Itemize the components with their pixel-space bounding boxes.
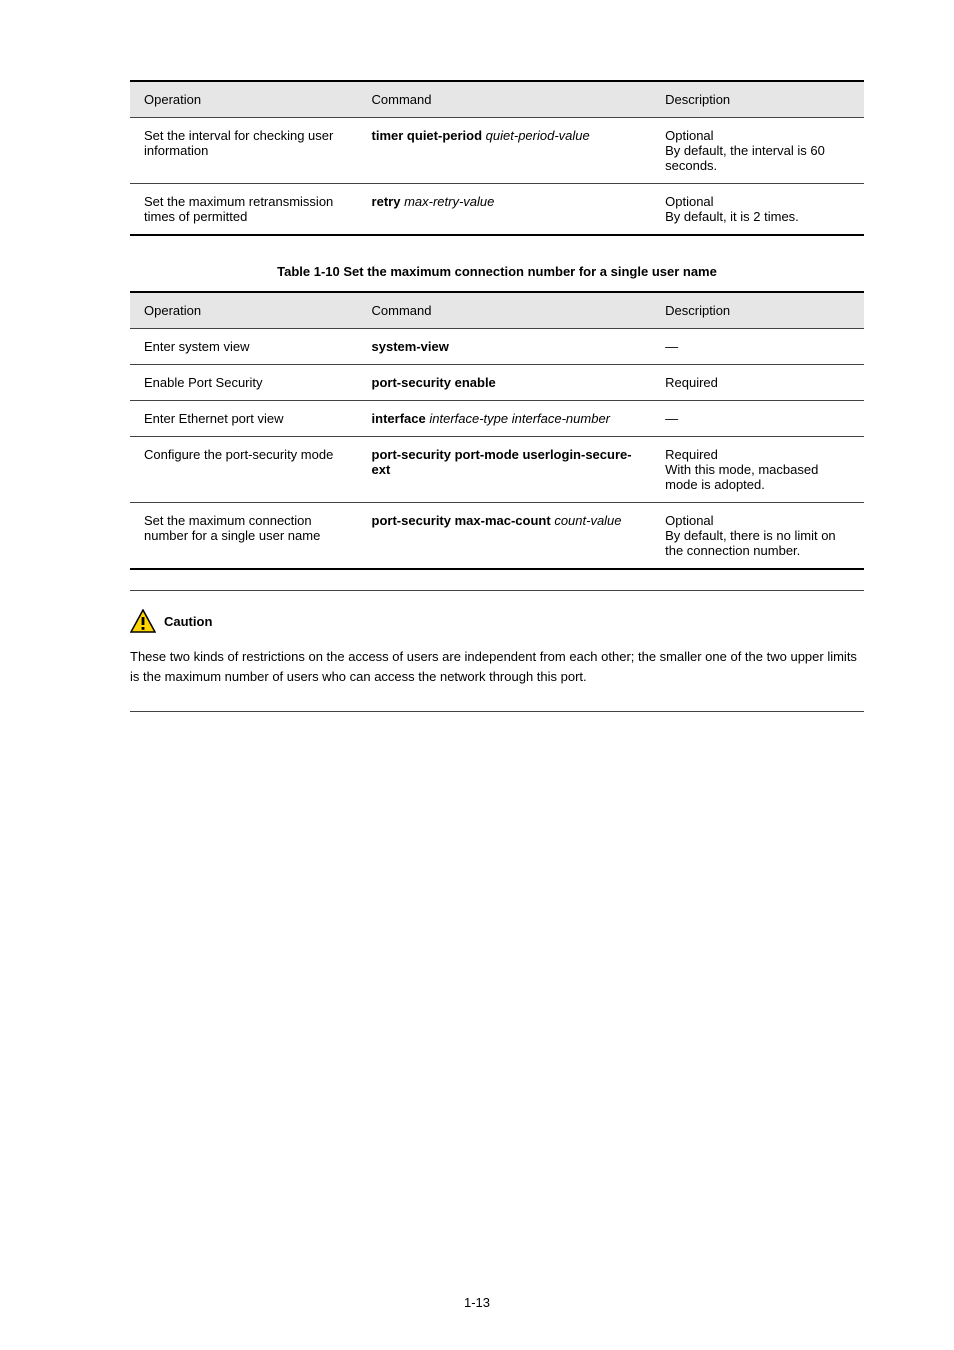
table-row: Enable Port Securityport-security enable… (130, 365, 864, 401)
col-command: Command (358, 292, 652, 329)
cell-command: port-security port-mode userlogin-secure… (358, 437, 652, 503)
table-row: Set the maximum connection number for a … (130, 503, 864, 570)
caution-text: These two kinds of restrictions on the a… (130, 647, 864, 687)
cell-command: system-view (358, 329, 652, 365)
cell-operation: Set the maximum connection number for a … (130, 503, 358, 570)
cell-command: timer quiet-period quiet-period-value (358, 118, 652, 184)
caution-icon (130, 609, 156, 633)
cell-description: Optional By default, the interval is 60 … (651, 118, 864, 184)
table-row: Set the maximum retransmission times of … (130, 184, 864, 236)
cell-operation: Enable Port Security (130, 365, 358, 401)
caution-header: Caution (130, 609, 864, 633)
cell-operation: Configure the port-security mode (130, 437, 358, 503)
col-operation: Operation (130, 292, 358, 329)
table-caption-2: Table 1-10 Set the maximum connection nu… (130, 264, 864, 279)
page-number: 1-13 (0, 1295, 954, 1310)
cell-command: port-security enable (358, 365, 652, 401)
caution-block: Caution These two kinds of restrictions … (130, 590, 864, 712)
cell-command: port-security max-mac-count count-value (358, 503, 652, 570)
table-operations-2: Operation Command Description Enter syst… (130, 291, 864, 570)
cell-description: Optional By default, it is 2 times. (651, 184, 864, 236)
table-header-row: Operation Command Description (130, 81, 864, 118)
cell-description: — (651, 401, 864, 437)
cell-description: Optional By default, there is no limit o… (651, 503, 864, 570)
col-command: Command (358, 81, 652, 118)
table-header-row: Operation Command Description (130, 292, 864, 329)
col-description: Description (651, 292, 864, 329)
table-row: Enter Ethernet port viewinterface interf… (130, 401, 864, 437)
cell-operation: Enter system view (130, 329, 358, 365)
caution-label: Caution (164, 614, 212, 629)
col-description: Description (651, 81, 864, 118)
cell-description: Required With this mode, macbased mode i… (651, 437, 864, 503)
cell-description: Required (651, 365, 864, 401)
table-row: Configure the port-security modeport-sec… (130, 437, 864, 503)
cell-command: retry max-retry-value (358, 184, 652, 236)
table-operations-1: Operation Command Description Set the in… (130, 80, 864, 236)
cell-description: — (651, 329, 864, 365)
table-row: Set the interval for checking user infor… (130, 118, 864, 184)
cell-operation: Enter Ethernet port view (130, 401, 358, 437)
table-row: Enter system viewsystem-view— (130, 329, 864, 365)
cell-command: interface interface-type interface-numbe… (358, 401, 652, 437)
cell-operation: Set the interval for checking user infor… (130, 118, 358, 184)
cell-operation: Set the maximum retransmission times of … (130, 184, 358, 236)
col-operation: Operation (130, 81, 358, 118)
